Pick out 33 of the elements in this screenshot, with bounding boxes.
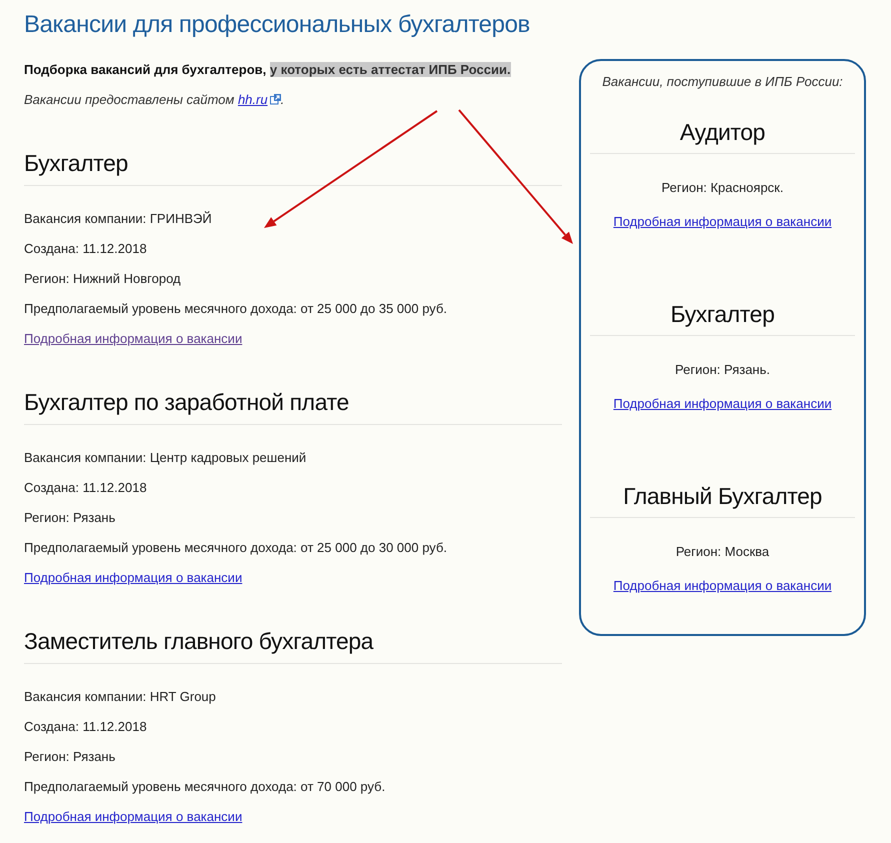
vacancy-detail: Предполагаемый уровень месячного дохода: от 70 000 руб.	[24, 778, 386, 796]
page-title: Вакансии для профессиональных бухгалтеров	[24, 10, 530, 40]
intro-text: Подборка вакансий для бухгалтеров, у которых есть аттестат ИПБ России.	[24, 61, 511, 79]
vacancy-title: Заместитель главного бухгалтера	[24, 627, 374, 656]
sidebar-region: Регион: Москва	[676, 543, 770, 561]
vacancy-link[interactable]: Подробная информация о вакансии	[24, 808, 242, 826]
sidebar-region: Регион: Красноярск.	[662, 179, 784, 197]
vacancy-detail: Вакансия компании: ГРИНВЭЙ	[24, 210, 212, 228]
vacancy-title: Бухгалтер по заработной плате	[24, 388, 349, 417]
vacancy-title: Бухгалтер	[24, 149, 128, 178]
vacancy-detail: Вакансия компании: HRT Group	[24, 688, 216, 706]
source-note: Вакансии предоставлены сайтом hh.ru .	[24, 91, 284, 109]
vacancy-link[interactable]: Подробная информация о вакансии	[24, 330, 242, 348]
vacancy-detail: Предполагаемый уровень месячного дохода: от 25 000 до 35 000 руб.	[24, 300, 448, 318]
vacancy-detail: Предполагаемый уровень месячного дохода: от 25 000 до 30 000 руб.	[24, 539, 448, 557]
vacancy-detail: Регион: Нижний Новгород	[24, 270, 181, 288]
vacancy-detail: Создана: 11.12.2018	[24, 240, 147, 258]
vacancy-link[interactable]: Подробная информация о вакансии	[24, 569, 242, 587]
vacancy-detail: Создана: 11.12.2018	[24, 479, 147, 497]
sidebar-region: Регион: Рязань.	[675, 361, 770, 379]
vacancy-detail: Регион: Рязань	[24, 509, 116, 527]
sidebar-caption: Вакансии, поступившие в ИПБ России:	[602, 73, 843, 91]
sidebar-vacancy-title: Бухгалтер	[670, 300, 774, 329]
vacancy-detail: Вакансия компании: Центр кадровых решений	[24, 449, 306, 467]
sidebar-vacancy-link[interactable]: Подробная информация о вакансии	[613, 577, 832, 595]
sidebar-vacancy-link[interactable]: Подробная информация о вакансии	[613, 213, 832, 231]
external-link-icon	[270, 94, 281, 105]
sidebar-vacancy-title: Главный Бухгалтер	[623, 482, 822, 511]
vacancy-detail: Создана: 11.12.2018	[24, 718, 147, 736]
source-link[interactable]: hh.ru	[238, 92, 268, 107]
sidebar-vacancy-link[interactable]: Подробная информация о вакансии	[613, 395, 832, 413]
vacancy-detail: Регион: Рязань	[24, 748, 116, 766]
sidebar-vacancy-title: Аудитор	[680, 118, 766, 147]
